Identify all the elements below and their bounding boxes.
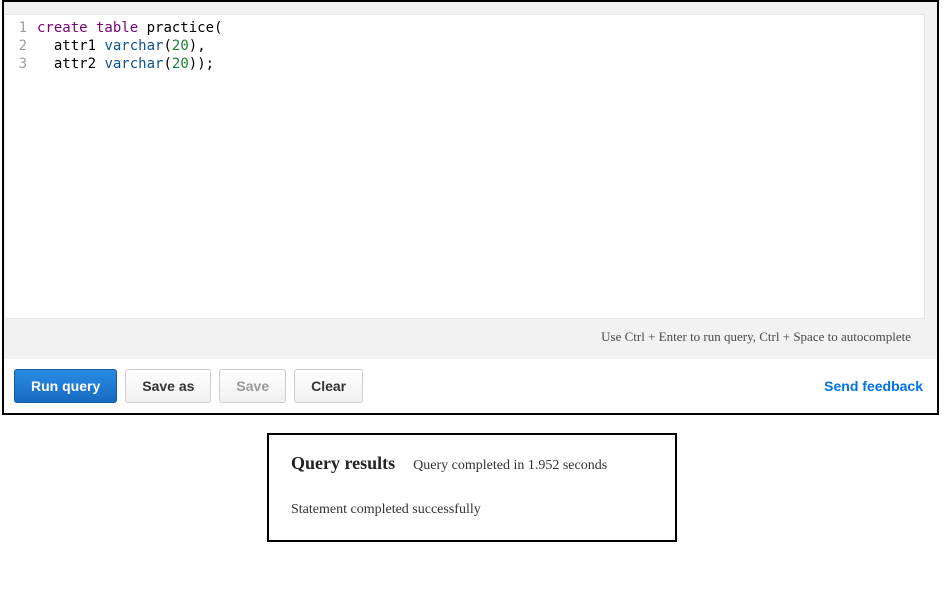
results-meta: Query completed in 1.952 seconds <box>413 458 607 474</box>
code-line[interactable]: attr1 varchar(20), <box>37 37 222 55</box>
save-as-button[interactable]: Save as <box>125 369 211 403</box>
code-area[interactable]: create table practice( attr1 varchar(20)… <box>33 15 230 318</box>
editor-hint: Use Ctrl + Enter to run query, Ctrl + Sp… <box>4 319 925 359</box>
editor-wrap: 123 create table practice( attr1 varchar… <box>4 2 937 359</box>
code-line[interactable]: create table practice( <box>37 19 222 37</box>
results-header: Query results Query completed in 1.952 s… <box>291 453 655 474</box>
send-feedback-link[interactable]: Send feedback <box>824 378 927 394</box>
query-results-panel: Query results Query completed in 1.952 s… <box>267 433 677 542</box>
line-number: 2 <box>13 37 27 55</box>
line-gutter: 123 <box>5 15 33 318</box>
code-editor[interactable]: 123 create table practice( attr1 varchar… <box>4 14 925 319</box>
query-editor-panel: 123 create table practice( attr1 varchar… <box>2 0 939 415</box>
clear-button[interactable]: Clear <box>294 369 363 403</box>
line-number: 3 <box>13 55 27 73</box>
results-title: Query results <box>291 453 395 474</box>
line-number: 1 <box>13 19 27 37</box>
code-line[interactable]: attr2 varchar(20)); <box>37 55 222 73</box>
results-status: Statement completed successfully <box>291 502 655 518</box>
save-button: Save <box>219 369 286 403</box>
editor-toolbar: Run query Save as Save Clear Send feedba… <box>4 359 937 413</box>
run-query-button[interactable]: Run query <box>14 369 117 403</box>
